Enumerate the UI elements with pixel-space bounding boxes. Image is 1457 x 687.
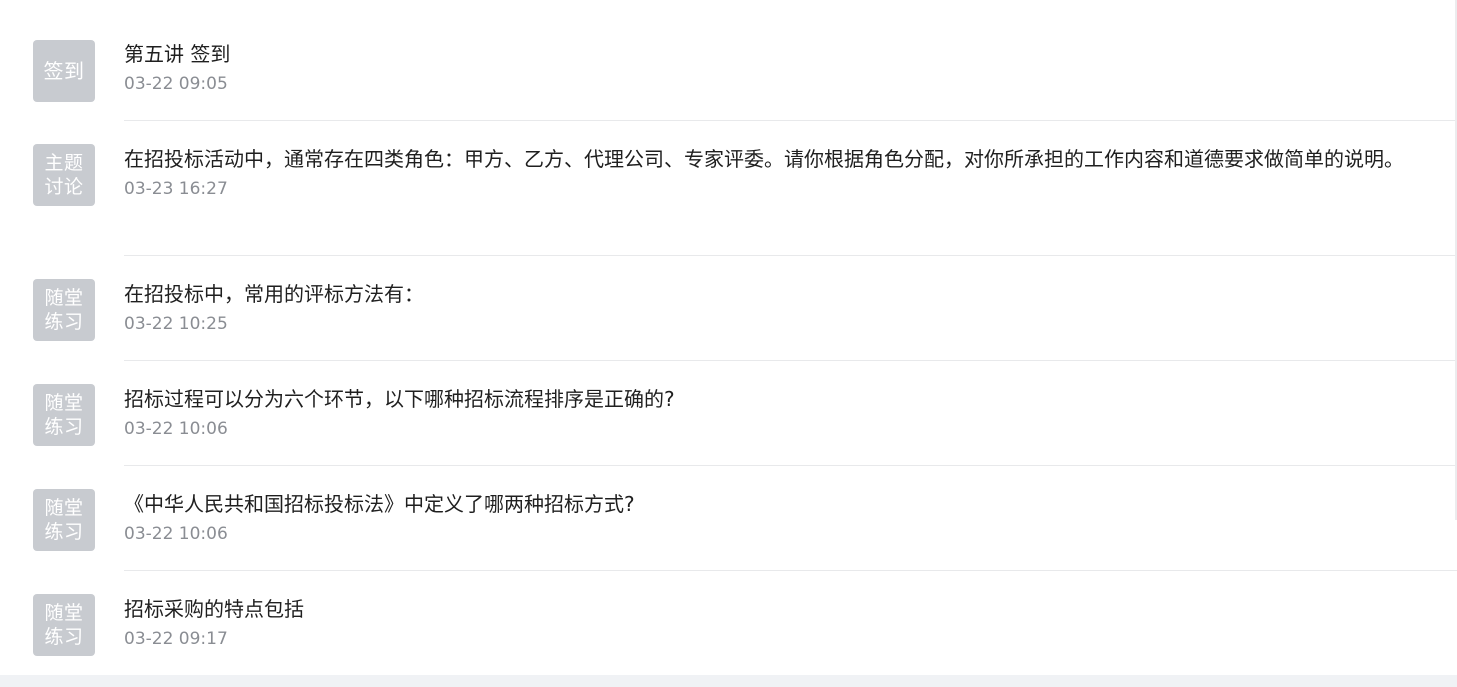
quiz-badge-icon: 随堂 练习	[33, 489, 95, 551]
badge-label: 随堂 练习	[44, 497, 84, 543]
bottom-footer-bar	[0, 675, 1457, 687]
activity-time: 03-22 09:05	[124, 74, 228, 94]
quiz-badge-icon: 随堂 练习	[33, 279, 95, 341]
discussion-badge-icon: 主题 讨论	[33, 144, 95, 206]
quiz-badge-icon: 随堂 练习	[33, 384, 95, 446]
activity-title: 招标过程可以分为六个环节，以下哪种招标流程排序是正确的?	[124, 387, 675, 411]
badge-label: 随堂 练习	[44, 392, 84, 438]
activity-title: 《中华人民共和国招标投标法》中定义了哪两种招标方式?	[124, 492, 635, 516]
activity-time: 03-22 09:17	[124, 629, 228, 649]
activity-title: 招标采购的特点包括	[124, 597, 304, 621]
activity-item-quiz[interactable]: 随堂 练习 招标采购的特点包括 03-22 09:17	[0, 571, 1457, 675]
activity-item-quiz[interactable]: 随堂 练习 在招投标中，常用的评标方法有： 03-22 10:25	[0, 256, 1457, 360]
activity-list-page: 签到 第五讲 签到 03-22 09:05 主题 讨论 在招投标活动中，通常存在…	[0, 0, 1457, 687]
activity-title: 第五讲 签到	[124, 42, 231, 66]
badge-label: 随堂 练习	[44, 287, 84, 333]
activity-item-quiz[interactable]: 随堂 练习 招标过程可以分为六个环节，以下哪种招标流程排序是正确的? 03-22…	[0, 361, 1457, 465]
badge-label: 签到	[43, 59, 85, 83]
badge-label: 主题 讨论	[44, 152, 84, 198]
badge-label: 随堂 练习	[44, 602, 84, 648]
activity-time: 03-22 10:25	[124, 314, 228, 334]
activity-item-sign-in[interactable]: 签到 第五讲 签到 03-22 09:05	[0, 0, 1457, 120]
activity-title: 在招投标活动中，通常存在四类角色：甲方、乙方、代理公司、专家评委。请你根据角色分…	[124, 147, 1404, 171]
activity-title: 在招投标中，常用的评标方法有：	[124, 282, 424, 306]
activity-time: 03-22 10:06	[124, 419, 228, 439]
quiz-badge-icon: 随堂 练习	[33, 594, 95, 656]
activity-time: 03-23 16:27	[124, 179, 228, 199]
activity-time: 03-22 10:06	[124, 524, 228, 544]
activity-item-quiz[interactable]: 随堂 练习 《中华人民共和国招标投标法》中定义了哪两种招标方式? 03-22 1…	[0, 466, 1457, 570]
sign-in-badge-icon: 签到	[33, 40, 95, 102]
activity-item-discussion[interactable]: 主题 讨论 在招投标活动中，通常存在四类角色：甲方、乙方、代理公司、专家评委。请…	[0, 121, 1457, 255]
